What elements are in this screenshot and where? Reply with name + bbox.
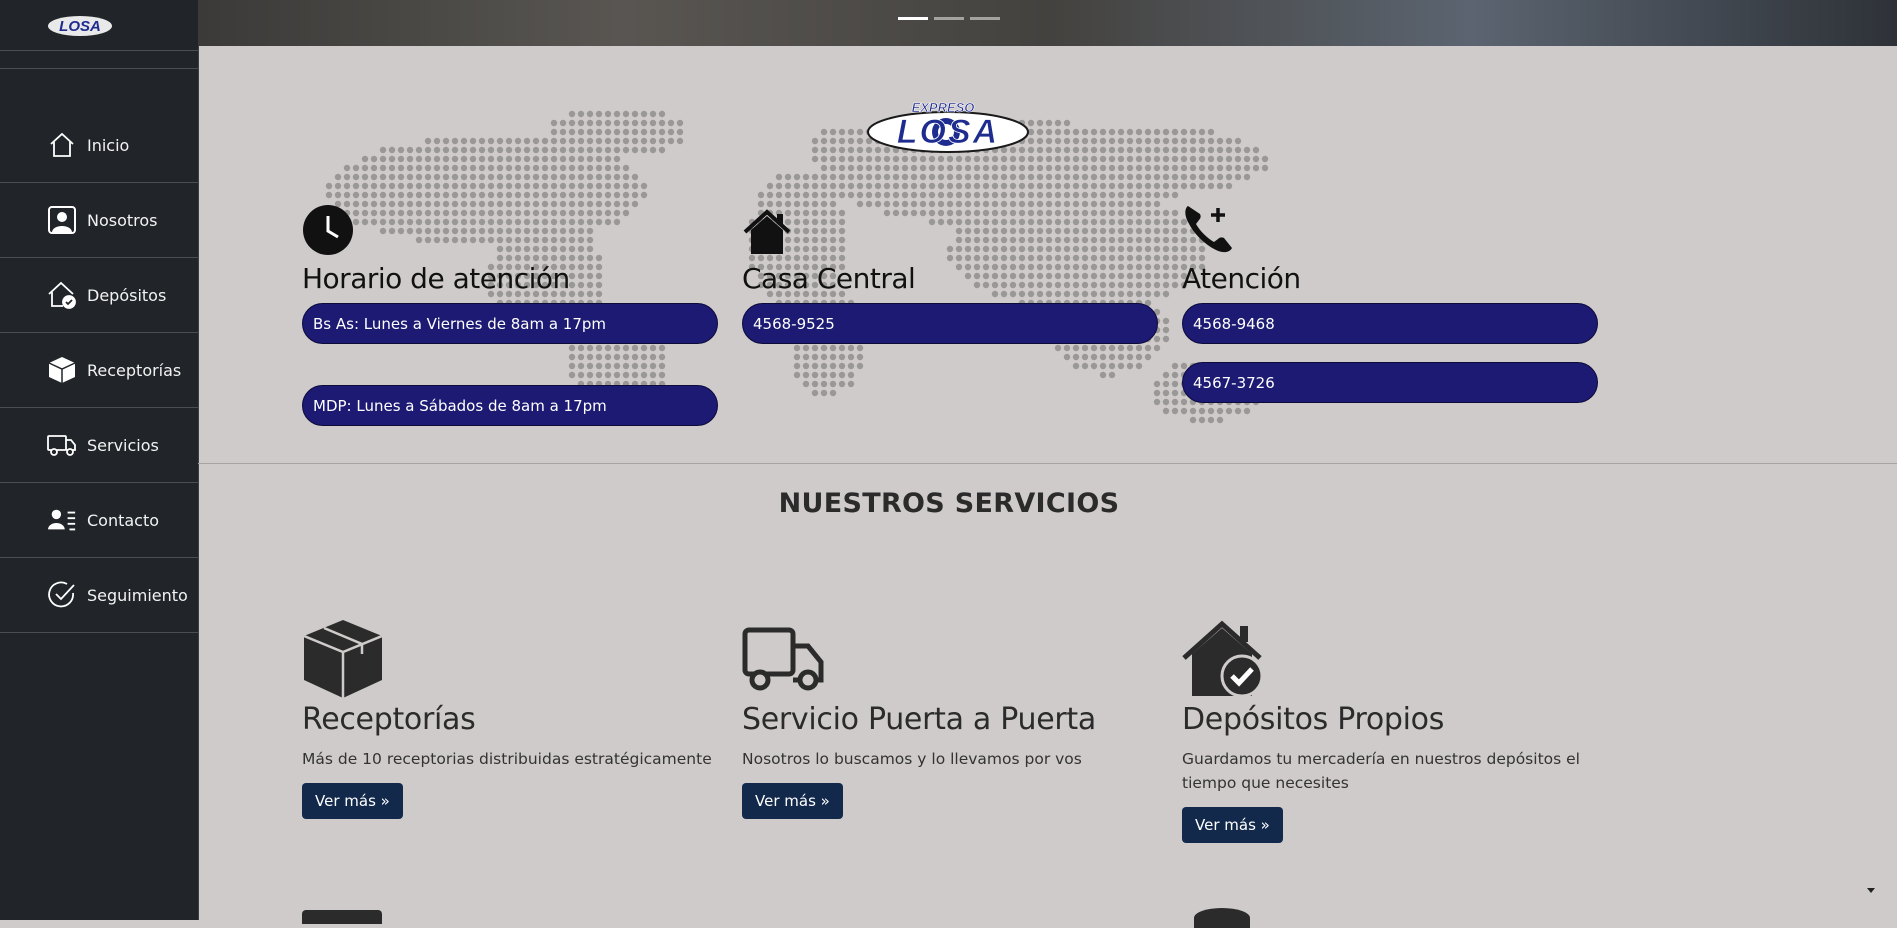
next-service-icon-partial [1194, 908, 1250, 928]
carousel-indicators [898, 17, 1000, 20]
sidebar-item-label: Receptorías [87, 360, 182, 380]
truck-icon [47, 430, 77, 460]
horario-column: Horario de atención Bs As: Lunes a Viern… [302, 205, 718, 426]
phone-plus-icon [1182, 206, 1598, 256]
service-card-receptorias: Receptorías Más de 10 receptorias distri… [302, 618, 742, 819]
sidebar-nav: Inicio Nosotros Depósitos Receptorías Se… [0, 108, 198, 633]
house-icon [742, 206, 1158, 256]
home-icon [47, 130, 77, 160]
atencion-phone-1: 4568-9468 [1182, 303, 1598, 344]
sidebar-item-label: Inicio [87, 135, 130, 155]
scroll-down-arrow-icon[interactable] [1867, 888, 1875, 893]
horario-line-mdp: MDP: Lunes a Sábados de 8am a 17pm [302, 385, 718, 426]
box-icon [47, 355, 77, 385]
service-description: Más de 10 receptorias distribuidas estra… [302, 750, 712, 768]
person-icon [47, 205, 77, 235]
svg-text:LOSA: LOSA [59, 18, 101, 35]
sidebar-item-servicios[interactable]: Servicios [0, 408, 198, 483]
service-title: Servicio Puerta a Puerta [742, 702, 1096, 737]
sidebar-item-label: Contacto [87, 510, 160, 530]
sidebar-item-label: Nosotros [87, 210, 158, 230]
sidebar: LOSA Inicio Nosotros Depósitos Receptorí… [0, 0, 199, 920]
service-card-depositos-propios: Depósitos Propios Guardamos tu mercaderí… [1182, 618, 1622, 843]
sidebar-item-label: Seguimiento [87, 585, 188, 605]
box-icon [302, 618, 742, 700]
info-section: EXPRESO LOSA Horario de atención Bs As: … [198, 46, 1897, 464]
sidebar-item-label: Depósitos [87, 285, 167, 305]
next-service-icon-partial [302, 910, 382, 924]
ver-mas-button[interactable]: Ver más » [1182, 807, 1283, 843]
horario-title: Horario de atención [302, 262, 570, 295]
ver-mas-button[interactable]: Ver más » [302, 783, 403, 819]
sidebar-item-inicio[interactable]: Inicio [0, 108, 198, 183]
service-description: Guardamos tu mercadería en nuestros depó… [1182, 750, 1580, 792]
service-title: Receptorías [302, 702, 476, 737]
check-circle-icon [47, 580, 77, 610]
brand-logo[interactable]: LOSA [46, 12, 114, 38]
clock-icon [302, 205, 718, 256]
atencion-title: Atención [1182, 262, 1301, 295]
ver-mas-button[interactable]: Ver más » [742, 783, 843, 819]
atencion-phone-2: 4567-3726 [1182, 362, 1598, 403]
hero-carousel [198, 0, 1897, 46]
sidebar-item-contacto[interactable]: Contacto [0, 483, 198, 558]
casa-central-column: Casa Central 4568-9525 [742, 206, 1158, 344]
truck-icon [742, 618, 1182, 700]
person-lines-icon [47, 505, 77, 535]
service-card-puerta-a-puerta: Servicio Puerta a Puerta Nosotros lo bus… [742, 618, 1182, 819]
horario-line-bsas: Bs As: Lunes a Viernes de 8am a 17pm [302, 303, 718, 344]
sidebar-item-label: Servicios [87, 435, 159, 455]
sidebar-item-depositos[interactable]: Depósitos [0, 258, 198, 333]
casa-central-title: Casa Central [742, 262, 916, 295]
casa-central-phone: 4568-9525 [742, 303, 1158, 344]
sidebar-separator [0, 51, 198, 69]
carousel-indicator[interactable] [898, 17, 928, 20]
expreso-losa-logo: EXPRESO LOSA [867, 100, 1029, 153]
carousel-indicator[interactable] [934, 17, 964, 20]
house-check-icon [1182, 618, 1622, 700]
sidebar-item-seguimiento[interactable]: Seguimiento [0, 558, 198, 633]
service-title: Depósitos Propios [1182, 702, 1445, 737]
carousel-indicator[interactable] [970, 17, 1000, 20]
sidebar-item-nosotros[interactable]: Nosotros [0, 183, 198, 258]
house-check-icon [47, 280, 77, 310]
service-description: Nosotros lo buscamos y lo llevamos por v… [742, 750, 1082, 768]
services-heading: NUESTROS SERVICIOS [778, 488, 1120, 519]
atencion-column: Atención 4568-9468 4567-3726 [1182, 206, 1598, 403]
logo-text: LOSA [897, 113, 999, 151]
sidebar-brand[interactable]: LOSA [0, 0, 198, 51]
sidebar-item-receptorias[interactable]: Receptorías [0, 333, 198, 408]
